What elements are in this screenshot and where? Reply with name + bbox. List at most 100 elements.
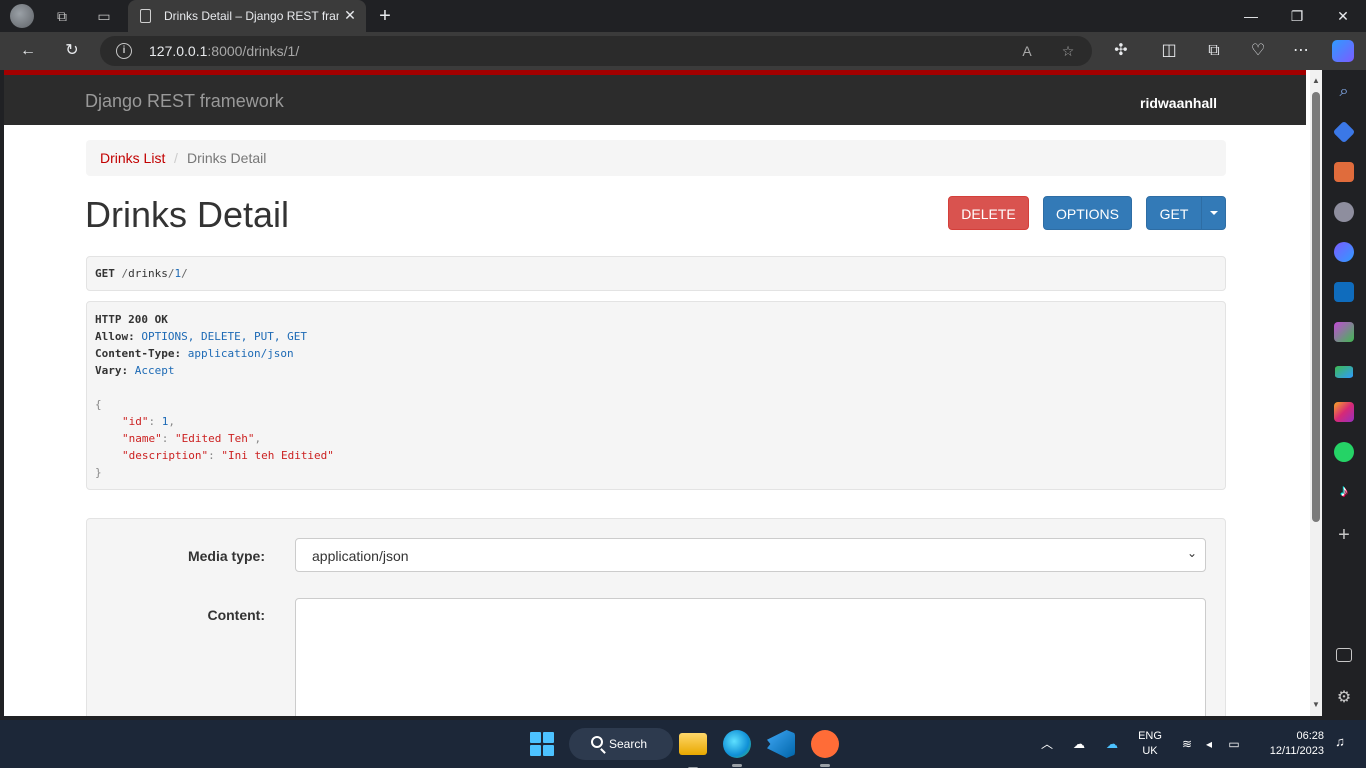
page-icon bbox=[140, 9, 151, 23]
tab-title: Drinks Detail – Django REST framework bbox=[164, 9, 339, 23]
header-key: Vary: bbox=[95, 364, 129, 377]
edge-browser-icon[interactable] bbox=[723, 730, 751, 767]
tiktok-icon[interactable]: ♪ bbox=[1334, 482, 1354, 502]
extensions-icon[interactable]: ✣ bbox=[1110, 40, 1132, 62]
browser-tab-active[interactable]: Drinks Detail – Django REST framework ✕ bbox=[128, 0, 366, 32]
media-type-label: Media type: bbox=[187, 548, 265, 564]
file-explorer-icon[interactable] bbox=[679, 733, 707, 768]
response-header-row: Content-Type: application/json bbox=[95, 345, 1217, 362]
get-format-dropdown-button[interactable] bbox=[1201, 196, 1226, 230]
scroll-down-arrow-icon[interactable]: ▼ bbox=[1310, 698, 1322, 712]
games-icon[interactable] bbox=[1334, 202, 1354, 222]
content-textarea[interactable] bbox=[295, 598, 1206, 716]
read-aloud-icon[interactable]: A bbox=[1017, 41, 1037, 61]
page-title: Drinks Detail bbox=[85, 194, 290, 235]
new-tab-button[interactable]: + bbox=[374, 5, 396, 27]
drf-brand-link[interactable]: Django REST framework bbox=[85, 91, 284, 112]
close-window-button[interactable]: ✕ bbox=[1331, 6, 1355, 26]
back-arrow-icon[interactable]: ← bbox=[17, 40, 39, 62]
user-menu[interactable]: ridwaanhall bbox=[1140, 95, 1217, 111]
browser-essentials-icon[interactable]: ♡ bbox=[1247, 40, 1269, 62]
url-host: 127.0.0.1 bbox=[149, 43, 208, 59]
windows-start-icon[interactable] bbox=[530, 732, 554, 756]
workspaces-icon[interactable]: ⧉ bbox=[53, 7, 71, 25]
cloud-icon[interactable]: ☁ bbox=[1069, 734, 1089, 754]
address-bar[interactable]: i 127.0.0.1:8000/drinks/1/ A ☆ bbox=[100, 36, 1092, 66]
close-tab-icon[interactable]: ✕ bbox=[342, 7, 358, 23]
chevron-down-icon: ⌄ bbox=[1186, 546, 1197, 560]
clock-time: 06:28 bbox=[1296, 730, 1324, 742]
drf-navbar: Django REST framework ridwaanhall bbox=[4, 70, 1306, 125]
tab-actions-icon[interactable]: ▭ bbox=[95, 7, 113, 25]
copilot-icon[interactable] bbox=[1332, 40, 1354, 62]
json-key: "description" bbox=[122, 449, 209, 462]
restore-button[interactable]: ❐ bbox=[1285, 6, 1309, 26]
wifi-icon[interactable]: ≋ bbox=[1177, 734, 1197, 754]
response-header-row: Vary: Accept bbox=[95, 362, 1217, 379]
json-value: "Ini teh Editied" bbox=[221, 449, 334, 462]
collections-icon[interactable]: ⧉ bbox=[1203, 40, 1225, 62]
header-key: Content-Type: bbox=[95, 347, 182, 360]
breadcrumb-current: Drinks Detail bbox=[187, 150, 267, 166]
response-info: HTTP 200 OK Allow: OPTIONS, DELETE, PUT,… bbox=[86, 301, 1226, 490]
breadcrumb: Drinks List / Drinks Detail bbox=[86, 140, 1226, 176]
address-url[interactable]: 127.0.0.1:8000/drinks/1/ bbox=[149, 43, 299, 59]
json-open-brace: { bbox=[95, 398, 102, 411]
delete-button[interactable]: DELETE bbox=[948, 196, 1029, 230]
hide-sidebar-icon[interactable] bbox=[1336, 648, 1352, 662]
postman-icon[interactable] bbox=[811, 730, 839, 767]
windows-taskbar: Search ︿ ☁ ☁ ENG UK ≋ ◂ ▭ 06:28 12/11/20… bbox=[0, 720, 1366, 768]
header-value: application/json bbox=[187, 347, 294, 360]
get-button[interactable]: GET bbox=[1146, 196, 1202, 230]
keyboard-layout: UK bbox=[1142, 745, 1158, 757]
json-key: "id" bbox=[122, 415, 149, 428]
browser-toolbar: ← ↻ i 127.0.0.1:8000/drinks/1/ A ☆ ✣ ◫ ⧉… bbox=[0, 32, 1366, 70]
json-field: "name": "Edited Teh", bbox=[122, 432, 262, 445]
refresh-icon[interactable]: ↻ bbox=[61, 40, 83, 62]
profile-avatar[interactable] bbox=[10, 4, 34, 28]
options-button[interactable]: OPTIONS bbox=[1043, 196, 1132, 230]
microsoft-365-icon[interactable] bbox=[1334, 242, 1354, 262]
volume-icon[interactable]: ◂ bbox=[1199, 734, 1219, 754]
more-menu-icon[interactable]: ⋯ bbox=[1290, 40, 1312, 62]
url-path: :8000/drinks/1/ bbox=[207, 43, 300, 59]
clock-date: 12/11/2023 bbox=[1269, 745, 1324, 757]
shopping-tag-icon[interactable] bbox=[1332, 120, 1356, 144]
whatsapp-icon[interactable] bbox=[1334, 442, 1354, 462]
instagram-icon[interactable] bbox=[1334, 402, 1354, 422]
breadcrumb-drinks-list[interactable]: Drinks List bbox=[100, 150, 165, 166]
add-sidebar-app-icon[interactable]: + bbox=[1334, 525, 1354, 545]
onedrive-icon[interactable]: ☁ bbox=[1102, 734, 1122, 754]
edge-sidebar: ⌕ ♪ + ⚙ bbox=[1322, 70, 1366, 720]
site-info-icon[interactable]: i bbox=[116, 43, 132, 59]
raw-data-form: Media type: application/json ⌄ Content: bbox=[86, 518, 1226, 716]
minimize-button[interactable]: — bbox=[1239, 6, 1263, 26]
page-scrollbar[interactable]: ▲ ▼ bbox=[1310, 70, 1322, 716]
response-header-row: Allow: OPTIONS, DELETE, PUT, GET bbox=[95, 328, 1217, 345]
scroll-up-arrow-icon[interactable]: ▲ bbox=[1310, 74, 1322, 88]
page-viewport: Django REST framework ridwaanhall Drinks… bbox=[4, 70, 1322, 716]
request-path-end: / bbox=[181, 267, 188, 280]
language-indicator[interactable]: ENG UK bbox=[1137, 729, 1163, 759]
designer-icon[interactable] bbox=[1334, 322, 1354, 342]
drop-icon[interactable] bbox=[1335, 366, 1353, 378]
outlook-icon[interactable] bbox=[1334, 282, 1354, 302]
scrollbar-thumb[interactable] bbox=[1312, 92, 1320, 522]
favorite-star-icon[interactable]: ☆ bbox=[1058, 41, 1078, 61]
system-clock[interactable]: 06:28 12/11/2023 bbox=[1256, 729, 1324, 759]
media-type-select[interactable]: application/json ⌄ bbox=[295, 538, 1206, 572]
show-hidden-icons-chevron-icon[interactable]: ︿ bbox=[1037, 734, 1057, 754]
request-method: GET bbox=[95, 267, 115, 280]
json-value: "Edited Teh" bbox=[175, 432, 255, 445]
notification-bell-icon[interactable]: ♫ bbox=[1332, 734, 1348, 752]
vscode-icon[interactable] bbox=[767, 730, 795, 758]
taskbar-search[interactable]: Search bbox=[569, 728, 673, 760]
json-key: "name" bbox=[122, 432, 162, 445]
json-field: "description": "Ini teh Editied" bbox=[122, 449, 334, 462]
split-screen-icon[interactable]: ◫ bbox=[1158, 40, 1180, 62]
battery-icon[interactable]: ▭ bbox=[1224, 734, 1244, 754]
search-icon[interactable]: ⌕ bbox=[1334, 82, 1354, 102]
tools-briefcase-icon[interactable] bbox=[1334, 162, 1354, 182]
sidebar-settings-gear-icon[interactable]: ⚙ bbox=[1334, 688, 1354, 708]
